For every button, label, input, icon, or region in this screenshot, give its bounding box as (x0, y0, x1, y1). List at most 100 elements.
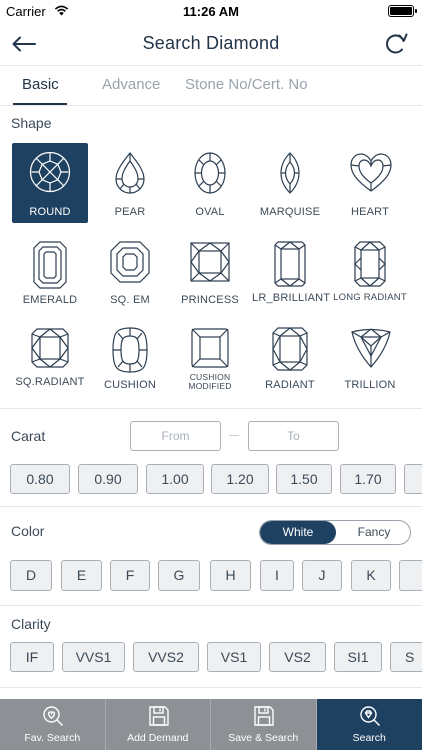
clarity-chip-overflow[interactable]: S (390, 642, 422, 672)
shape-label: RADIANT (265, 379, 315, 391)
color-toggle-white[interactable]: White (260, 521, 336, 544)
carat-to-input[interactable] (248, 421, 339, 451)
square-emerald-diamond-icon (110, 241, 150, 283)
divider (0, 408, 422, 409)
status-bar: Carrier 11:26 AM (0, 0, 422, 22)
search-button[interactable]: Search (316, 699, 422, 750)
shape-label: EMERALD (22, 294, 78, 306)
fav-search-button[interactable]: Fav. Search (0, 699, 106, 750)
shape-princess[interactable]: PRINCESS (172, 232, 248, 312)
shape-label: SQ. EM (110, 294, 150, 306)
carat-chip[interactable]: 0.90 (78, 464, 138, 494)
bottom-item-label: Search (352, 732, 386, 744)
princess-diamond-icon (190, 242, 230, 282)
carat-chip-overflow[interactable] (404, 464, 422, 494)
shape-round[interactable]: ROUND (12, 143, 88, 223)
shape-label: SQ.RADIANT (15, 376, 85, 388)
shape-label: ROUND (29, 206, 71, 218)
clarity-chip[interactable]: IF (10, 642, 54, 672)
shape-oval[interactable]: OVAL (172, 143, 248, 223)
clarity-chip[interactable]: VS1 (207, 642, 261, 672)
shape-cushion[interactable]: CUSHION (92, 318, 168, 398)
shape-section-label: Shape (11, 115, 52, 131)
floppy-disk-icon (254, 706, 274, 726)
carat-from-input[interactable] (130, 421, 221, 451)
refresh-icon (386, 33, 408, 54)
marquise-diamond-icon (280, 152, 300, 194)
color-type-toggle: White Fancy (259, 520, 411, 545)
range-separator (229, 435, 239, 436)
color-toggle-fancy[interactable]: Fancy (336, 521, 410, 544)
shape-label: LR_BRILLIANT (252, 292, 331, 304)
carat-chip[interactable]: 0.80 (10, 464, 70, 494)
floppy-disk-icon (148, 706, 169, 726)
shape-lr-brilliant[interactable]: LR_BRILLIANT (252, 232, 331, 312)
color-chip[interactable]: K (351, 560, 391, 591)
clarity-chip[interactable]: SI1 (334, 642, 382, 672)
shape-label: TRILLION (344, 379, 396, 391)
color-chip[interactable]: F (110, 560, 150, 591)
tab-indicator (13, 103, 67, 105)
carat-chip[interactable]: 1.70 (340, 464, 396, 494)
battery-icon (388, 5, 417, 17)
tab-stone-no-cert-no[interactable]: Stone No/Cert. No (185, 76, 308, 93)
color-section-label: Color (11, 523, 45, 539)
heart-diamond-icon (350, 153, 392, 192)
color-chip[interactable]: H (210, 560, 251, 591)
lr-brilliant-diamond-icon (274, 241, 306, 287)
bottom-item-label: Add Demand (127, 732, 189, 744)
color-chip[interactable]: I (260, 560, 294, 591)
favorite-search-icon (43, 706, 63, 726)
clarity-chip[interactable]: VS2 (269, 642, 326, 672)
long-radiant-diamond-icon (354, 241, 386, 287)
shape-heart[interactable]: HEART (332, 143, 408, 223)
shape-label: PEAR (114, 206, 146, 218)
divider (0, 687, 422, 688)
shape-emerald[interactable]: EMERALD (12, 232, 88, 312)
divider (0, 506, 422, 507)
shape-pear[interactable]: PEAR (92, 143, 168, 223)
tab-bar: Basic Advance Stone No/Cert. No (0, 66, 422, 106)
clarity-chip[interactable]: VVS1 (62, 642, 125, 672)
shape-label: CUSHION MODIFIED (188, 372, 232, 391)
shape-radiant[interactable]: RADIANT (252, 318, 328, 398)
clarity-section-label: Clarity (11, 616, 51, 632)
shape-sq-radiant[interactable]: SQ.RADIANT (12, 318, 88, 398)
shape-label: OVAL (195, 206, 225, 218)
tab-advance[interactable]: Advance (102, 76, 160, 93)
color-chip[interactable]: J (302, 560, 342, 591)
shape-sq-em[interactable]: SQ. EM (92, 232, 168, 312)
cushion-modified-diamond-icon (191, 328, 229, 368)
shape-trillion[interactable]: TRILLION (332, 318, 408, 398)
nav-bar: Search Diamond (0, 22, 422, 66)
bottom-action-bar: Fav. Search Add Demand Save & Search Sea… (0, 699, 422, 750)
color-chip[interactable]: G (158, 560, 200, 591)
carat-chip[interactable]: 1.00 (146, 464, 204, 494)
shape-long-radiant[interactable]: LONG RADIANT (332, 232, 408, 312)
carat-chip[interactable]: 1.50 (276, 464, 332, 494)
shape-label: LONG RADIANT (333, 292, 407, 303)
shape-label: MARQUISE (259, 206, 321, 218)
shape-marquise[interactable]: MARQUISE (252, 143, 328, 223)
round-diamond-icon (29, 151, 71, 193)
add-demand-button[interactable]: Add Demand (106, 699, 211, 750)
oval-diamond-icon (194, 152, 226, 194)
clarity-chip[interactable]: VVS2 (133, 642, 199, 672)
color-chip[interactable]: D (10, 560, 52, 591)
shape-label: PRINCESS (181, 294, 239, 306)
bottom-item-label: Fav. Search (24, 732, 81, 744)
shape-label: HEART (350, 206, 390, 218)
page-title: Search Diamond (142, 33, 280, 53)
carat-section-label: Carat (11, 428, 46, 444)
shape-label: CUSHION (103, 379, 157, 391)
tab-basic[interactable]: Basic (22, 76, 59, 93)
trillion-diamond-icon (351, 328, 391, 368)
carat-chip[interactable]: 1.20 (211, 464, 269, 494)
shape-cushion-modified[interactable]: CUSHION MODIFIED (172, 318, 248, 398)
diamond-search-icon (359, 706, 380, 726)
color-chip-overflow[interactable] (399, 560, 422, 591)
color-chip[interactable]: E (61, 560, 102, 591)
divider (0, 605, 422, 606)
save-and-search-button[interactable]: Save & Search (211, 699, 317, 750)
refresh-button[interactable] (382, 30, 410, 58)
